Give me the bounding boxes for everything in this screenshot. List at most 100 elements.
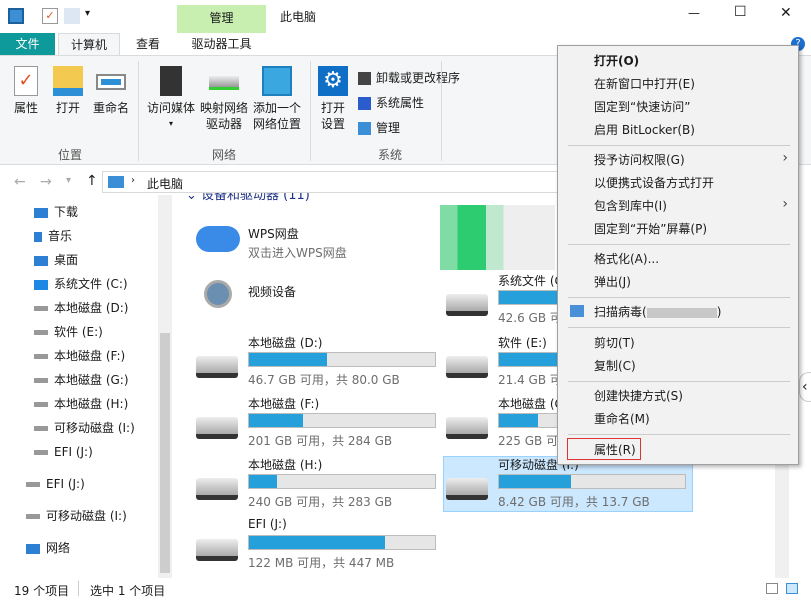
label: EFI (J:) [54,445,93,459]
menu-give-access[interactable]: 授予访问权限(G) [594,149,794,171]
menu-rename[interactable]: 重命名(M) [594,408,650,430]
group-header[interactable]: ⌄ 设备和驱动器 (11) [186,193,310,204]
label: 本地磁盘 (H:) [54,397,128,411]
properties-button[interactable]: ✓ 属性 [8,66,44,116]
menu-properties[interactable]: 属性(R) [567,438,641,460]
label: 映射网络 [196,100,252,116]
menu-cut[interactable]: 剪切(T) [594,332,635,354]
drive-icon [34,402,48,407]
nav-item-g[interactable]: 本地磁盘 (G:) [34,369,129,391]
minimize-button[interactable]: — [688,6,700,20]
qat-dropdown-icon[interactable]: ▾ [85,8,90,19]
menu-include-library[interactable]: 包含到库中(I) [594,195,667,217]
nav-item-music[interactable]: 音乐 [34,225,72,247]
label: 属性 [14,101,38,115]
access-media-button[interactable]: 访问媒体▾ [144,66,198,132]
open-button[interactable]: 打开 [50,66,86,116]
tab-computer[interactable]: 计算机 [58,33,120,55]
manage-context-tab[interactable]: 管理 [177,5,266,33]
nav-item-d[interactable]: 本地磁盘 (D:) [34,297,128,319]
menu-open[interactable]: 打开(O) [594,50,639,72]
drive-item[interactable]: EFI (J:)122 MB 可用，共 447 MB [196,517,446,577]
menu-bitlocker[interactable]: 启用 BitLocker(B) [594,119,695,141]
new-folder-qat-icon[interactable] [64,8,80,24]
divider [568,244,790,245]
menu-open-portable[interactable]: 以便携式设备方式打开 [594,172,714,194]
nav-item-network[interactable]: 网络 [26,537,70,559]
open-settings-button[interactable]: ⚙打开设置 [316,66,350,132]
menu-pin-start[interactable]: 固定到“开始”屏幕(P) [594,218,707,240]
details-view-icon[interactable] [766,583,778,594]
breadcrumb-this-pc[interactable]: 此电脑 [147,175,183,192]
drive-icon [26,514,40,519]
label: WPS网盘 [248,225,299,242]
back-button[interactable]: ← [14,174,26,190]
menu-open-new-window[interactable]: 在新窗口中打开(E) [594,73,695,95]
uninstall-program-button[interactable]: 卸载或更改程序 [358,69,460,86]
manage-button[interactable]: 管理 [358,119,400,136]
label: 系统属性 [376,96,424,110]
label: 访问媒体 [147,101,195,115]
drive-name: 本地磁盘 (F:) [248,395,319,412]
drive-item[interactable]: 本地磁盘 (D:)46.7 GB 可用，共 80.0 GB [196,334,446,394]
map-network-drive-button[interactable]: 映射网络驱动器 [196,66,252,132]
usage-bar-fill [249,475,277,488]
drive-item[interactable]: 本地磁盘 (H:)240 GB 可用，共 283 GB [196,456,446,516]
recent-dropdown-icon[interactable]: ▾ [66,175,71,186]
nav-item-desktop[interactable]: 桌面 [34,249,78,271]
add-network-location-button[interactable]: 添加一个网络位置 [250,66,304,132]
drive-icon [446,417,488,439]
menu-scan-virus[interactable]: 扫描病毒() [594,301,721,323]
tab-drive-tools[interactable]: 驱动器工具 [177,33,266,55]
maximize-button[interactable]: ☐ [734,4,747,20]
system-properties-button[interactable]: 系统属性 [358,94,424,111]
tab-view[interactable]: 查看 [124,33,172,55]
menu-create-shortcut[interactable]: 创建快捷方式(S) [594,385,683,407]
properties-icon: ✓ [14,66,38,96]
drive-icon [196,417,238,439]
close-button[interactable]: ✕ [780,5,792,21]
nav-scrollbar[interactable] [158,195,172,578]
divider [568,145,790,146]
group-system-label: 系统 [378,146,402,163]
nav-item-removable[interactable]: 可移动磁盘 (I:) [26,505,127,527]
properties-qat-icon[interactable]: ✓ [42,8,58,24]
nav-item-e[interactable]: 软件 (E:) [34,321,103,343]
label: 下载 [54,205,78,219]
drive-item[interactable]: 可移动磁盘 (I:)8.42 GB 可用，共 13.7 GB [446,456,696,516]
label: 管理 [376,121,400,135]
network-drive-icon [209,76,239,90]
usage-bar [498,474,686,489]
usage-bar-fill [249,353,327,366]
nav-item-i[interactable]: 可移动磁盘 (I:) [34,417,135,439]
blurred-item [440,205,555,270]
nav-item-downloads[interactable]: 下载 [34,201,78,223]
nav-item-j[interactable]: EFI (J:) [34,441,93,463]
drive-item[interactable]: 本地磁盘 (F:)201 GB 可用，共 284 GB [196,395,446,455]
nav-item-h[interactable]: 本地磁盘 (H:) [34,393,128,415]
nav-item-f[interactable]: 本地磁盘 (F:) [34,345,125,367]
nav-item-efi[interactable]: EFI (J:) [26,473,85,495]
divider [568,297,790,298]
menu-copy[interactable]: 复制(C) [594,355,636,377]
label: 设备和驱动器 (11) [201,193,310,203]
up-button[interactable]: ↑ [86,173,98,189]
folder-icon [53,66,83,96]
nav-item-c[interactable]: 系统文件 (C:) [34,273,128,295]
label: 可移动磁盘 (I:) [54,421,135,435]
collapse-handle-icon[interactable]: ‹ [799,372,811,402]
forward-button[interactable]: → [40,174,52,190]
rename-button[interactable]: 重命名 [90,66,132,116]
drive-icon [34,426,48,431]
tab-file[interactable]: 文件 [0,33,55,55]
label: 驱动器 [196,116,252,132]
usage-bar-fill [499,475,571,488]
nav-scrollbar-thumb[interactable] [160,333,170,573]
label: 卸载或更改程序 [376,71,460,85]
divider [568,381,790,382]
menu-format[interactable]: 格式化(A)... [594,248,659,270]
tiles-view-icon[interactable] [786,583,798,594]
menu-eject[interactable]: 弹出(J) [594,271,631,293]
address-bar[interactable]: › 此电脑 [102,171,564,193]
menu-pin-quick-access[interactable]: 固定到“快速访问” [594,96,690,118]
